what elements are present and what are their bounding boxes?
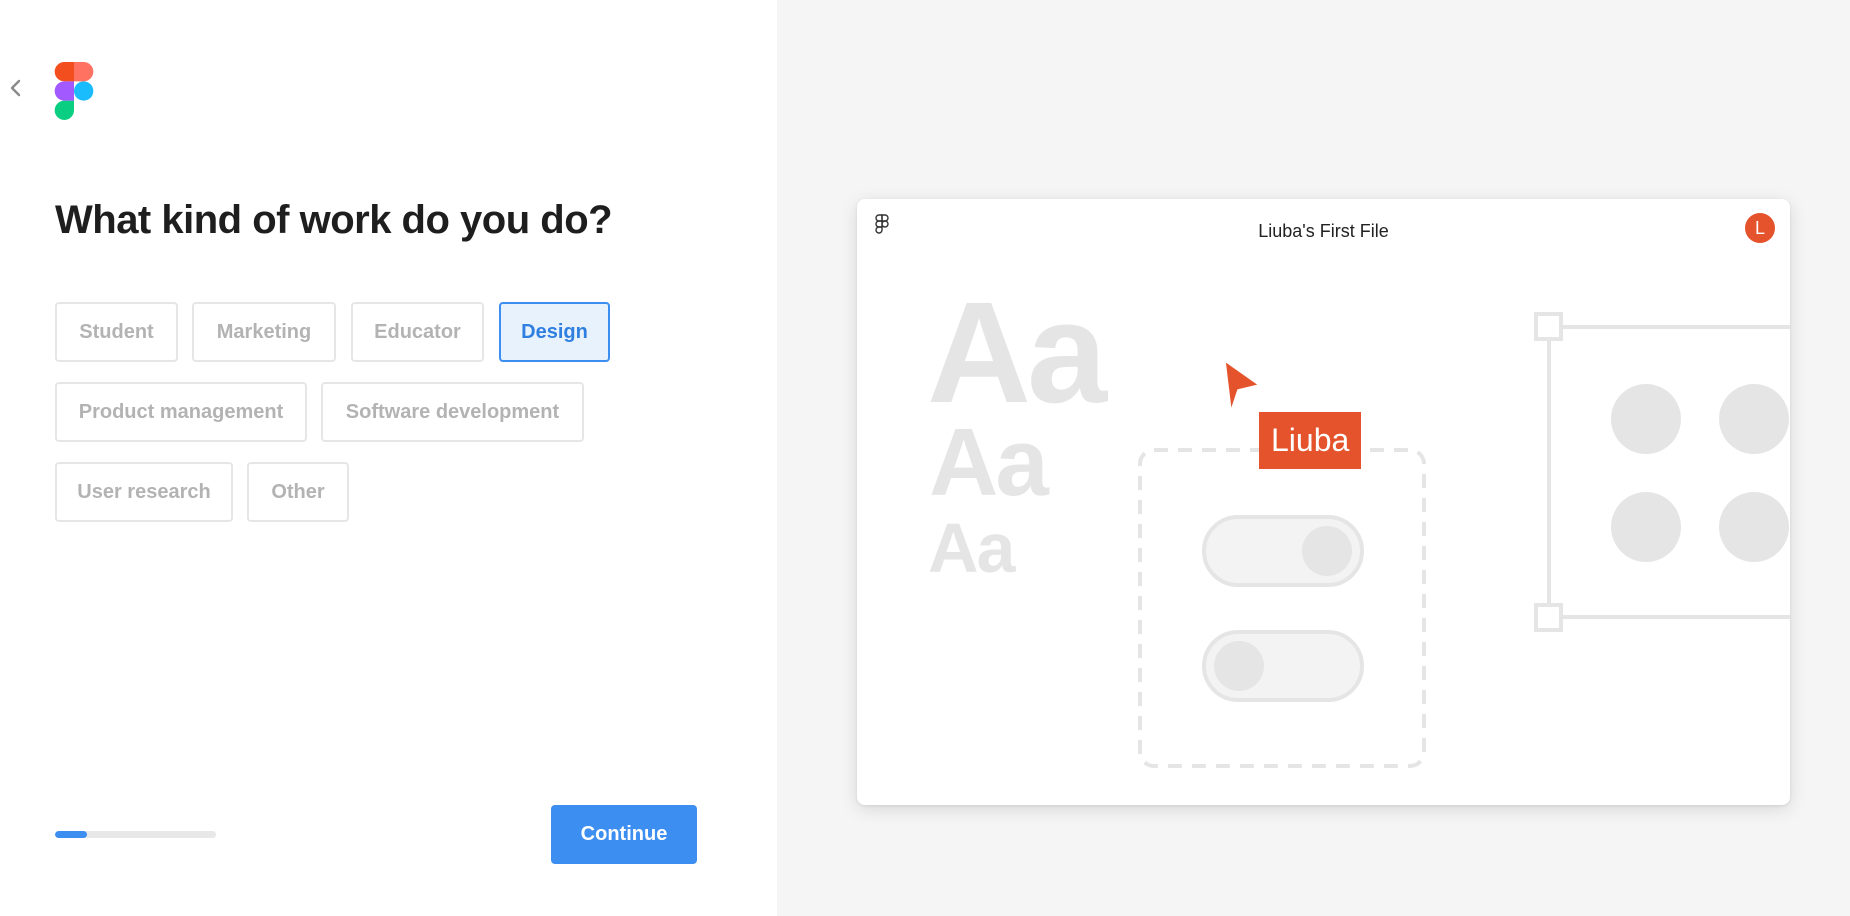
dashed-frame [1138,448,1426,768]
option-student[interactable]: Student [55,302,178,362]
option-educator[interactable]: Educator [351,302,484,362]
option-software-development[interactable]: Software development [321,382,584,442]
progress-fill [55,831,88,838]
option-product-management[interactable]: Product management [55,382,307,442]
selection-handle-bottom [1534,603,1563,632]
toggle-off-knob [1214,641,1264,691]
cursor-arrow-icon [1224,360,1260,412]
back-button[interactable] [4,76,28,100]
option-other[interactable]: Other [247,462,349,522]
cursor-name-tag: Liuba [1259,412,1362,469]
preview-illustration [1138,312,1790,768]
chevron-left-icon [10,79,21,97]
grid-dot [1611,492,1681,562]
progress-bar [55,831,216,838]
option-user-research[interactable]: User research [55,462,233,522]
onboarding-panel: What kind of work do you do? Student Mar… [0,0,777,916]
grid-dot [1719,384,1789,454]
toggle-on-knob [1302,526,1352,576]
file-preview-card: Liuba's First File L Aa Aa Aa Liuba [857,199,1790,805]
figma-logo [54,62,94,120]
grid-dot [1611,384,1681,454]
option-design[interactable]: Design [499,302,610,362]
option-marketing[interactable]: Marketing [192,302,336,362]
grid-dot [1719,492,1789,562]
page-title: What kind of work do you do? [55,198,613,242]
continue-button[interactable]: Continue [551,805,697,864]
selection-handle-top [1534,312,1563,341]
preview-panel: Liuba's First File L Aa Aa Aa Liuba [777,0,1850,916]
